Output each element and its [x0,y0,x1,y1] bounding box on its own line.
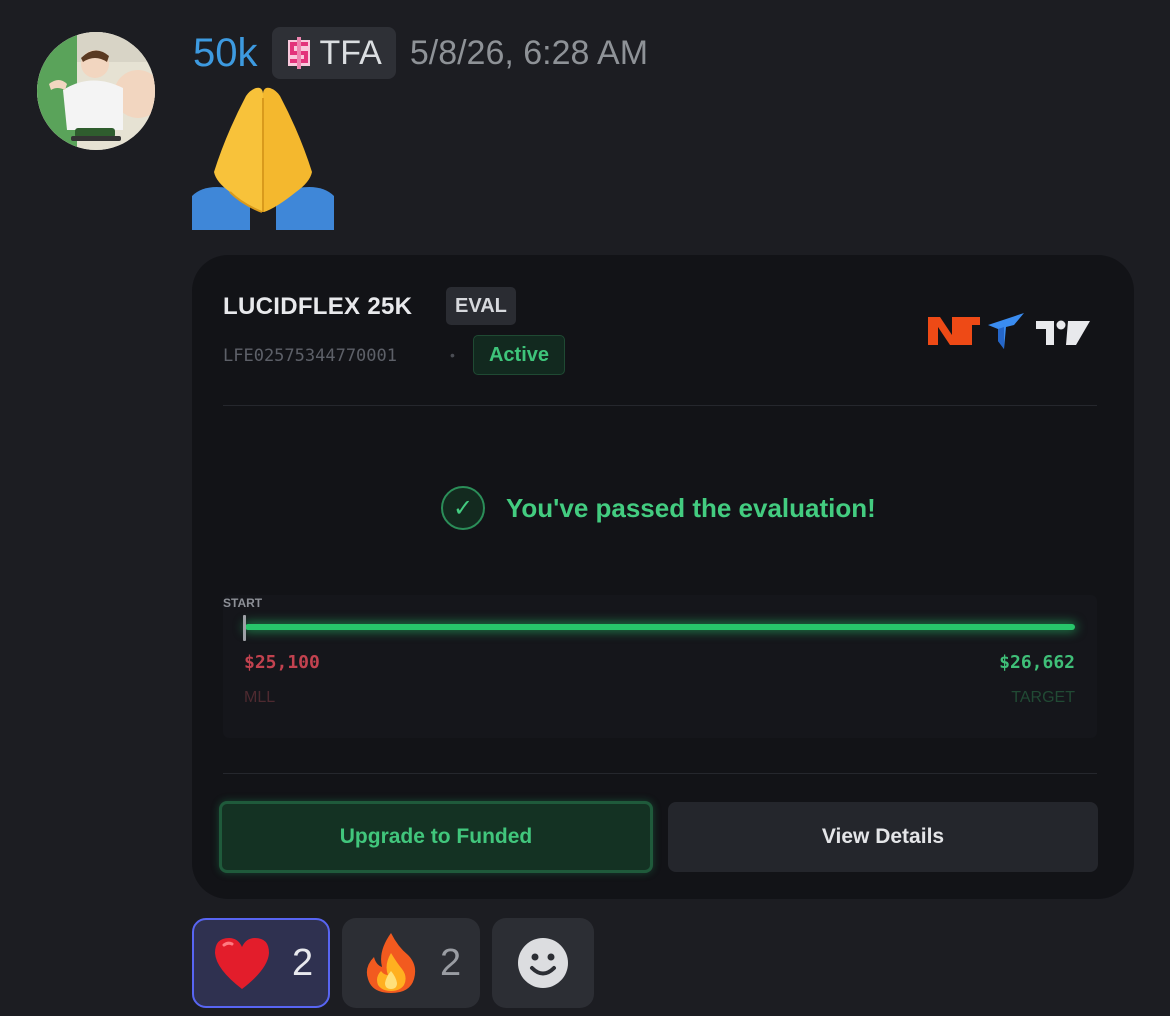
status-badge: Active [473,335,565,375]
reaction-heart-count: 2 [292,941,314,984]
view-details-button[interactable]: View Details [668,802,1098,872]
folded-hands-emoji [192,87,334,230]
passed-message: You've passed the evaluation! [506,492,876,523]
platform-logos [928,313,1090,349]
fire-emoji [366,933,416,993]
card-divider-top [223,405,1097,406]
check-circle-icon: ✓ [441,486,485,530]
card-divider-bottom [223,773,1097,774]
add-reaction-button[interactable] [492,918,594,1008]
tradovate-logo [988,313,1024,349]
pink-dollar-pixel-icon [287,37,310,69]
reaction-heart[interactable]: 2 [192,918,330,1008]
avatar-image [37,32,155,150]
account-title: LUCIDFLEX 25K [223,293,413,320]
reactions-bar: 2 2 [192,918,606,1008]
ninjatrader-logo [928,317,980,345]
reaction-fire[interactable]: 2 [342,918,480,1008]
mll-value: $25,100 [244,652,320,673]
separator-dot: • [450,347,455,363]
account-card: LUCIDFLEX 25K EVAL LFE02575344770001 • A… [192,255,1134,899]
add-reaction-smiley-icon [518,938,568,988]
red-heart-emoji [215,938,269,989]
target-value: $26,662 [999,652,1075,673]
target-label: TARGET [1011,689,1075,706]
tradingview-logo [1036,320,1090,345]
account-type-badge: EVAL [446,287,516,325]
upgrade-to-funded-button[interactable]: Upgrade to Funded [219,801,653,873]
username[interactable]: 50k [193,31,258,76]
passed-banner: ✓ You've passed the evaluation! [441,484,876,532]
avatar[interactable] [37,32,155,150]
account-id: LFE02575344770001 [223,346,397,366]
reaction-fire-count: 2 [440,941,462,984]
message-header: 50k TFA 5/8/26, 6:28 AM [193,27,648,79]
start-marker [243,615,246,641]
server-tag[interactable]: TFA [271,27,396,79]
mll-label: MLL [244,689,276,706]
timestamp: 5/8/26, 6:28 AM [409,33,649,72]
start-label: START [223,596,263,610]
server-tag-label: TFA [319,33,382,72]
progress-panel: START $25,100 $26,662 MLL TARGET [223,595,1097,738]
progress-track [245,624,1075,630]
